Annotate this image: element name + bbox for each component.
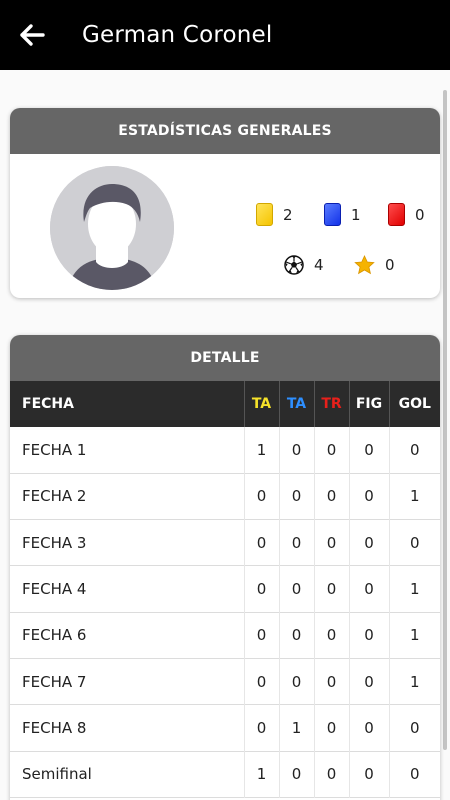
row-value-cell: 0 <box>278 473 314 520</box>
red-card-icon <box>388 203 405 226</box>
row-value-cell: 0 <box>348 565 389 613</box>
row-value-cell: 0 <box>348 519 389 566</box>
detail-card: DETALLE FECHA TA TA TR FIG GOL FECHA 110… <box>10 335 440 800</box>
row-value-cell: 1 <box>388 565 440 613</box>
table-row: Semifinal 1 0 0 0 0 <box>10 751 440 798</box>
row-value-cell: 0 <box>348 704 389 752</box>
page-title: German Coronel <box>82 22 273 48</box>
star-icon <box>354 255 375 275</box>
table-row: FECHA 400001 <box>10 565 440 613</box>
row-value-cell: 0 <box>243 473 279 520</box>
row-fecha-cell: FECHA 6 <box>22 626 87 645</box>
arrow-left-icon <box>20 24 45 46</box>
row-value-cell: 0 <box>313 704 349 752</box>
table-row: FECHA 110000 <box>10 427 440 474</box>
col-gol: GOL <box>388 381 440 427</box>
table-row: FECHA 700001 <box>10 658 440 705</box>
yellow-card-icon <box>256 203 273 226</box>
row-value-cell: 0 <box>348 427 389 474</box>
col-tr-red: TR <box>313 381 349 427</box>
row-value-cell: 0 <box>243 565 279 613</box>
general-stats-title: ESTADÍSTICAS GENERALES <box>10 108 440 154</box>
row-value-cell: 0 <box>278 565 314 613</box>
row-value-cell: 1 <box>388 612 440 659</box>
row-value-cell: 0 <box>278 519 314 566</box>
row-value-cell: 1 <box>278 704 314 752</box>
row-fecha-cell: FECHA 1 <box>22 440 87 459</box>
row-value-cell: 1 <box>243 427 279 474</box>
row-value-cell: 0 <box>243 704 279 752</box>
yellow-cards-stat: 2 <box>256 203 293 226</box>
row-fecha-cell: FECHA 2 <box>22 487 87 506</box>
row-value-cell: 0 <box>388 704 440 752</box>
row-value-cell: 0 <box>388 751 440 798</box>
blue-cards-count: 1 <box>351 205 361 224</box>
row-value-cell: 0 <box>243 658 279 705</box>
row-value-cell: 0 <box>313 612 349 659</box>
detail-table: FECHA TA TA TR FIG GOL FECHA 1 1 0 0 0 0 FECHA… <box>10 381 440 798</box>
col-ta-blue: TA <box>278 381 314 427</box>
stars-count: 0 <box>385 256 395 274</box>
row-value-cell: 0 <box>313 519 349 566</box>
detail-title: DETALLE <box>10 335 440 381</box>
app-bar: German Coronel <box>0 0 450 70</box>
row-value-cell: 0 <box>313 658 349 705</box>
row-fecha-cell: Semifinal <box>22 765 92 784</box>
yellow-cards-count: 2 <box>283 205 293 224</box>
col-fig: FIG <box>348 381 389 427</box>
row-fecha-cell: FECHA 7 <box>22 672 87 691</box>
avatar <box>50 166 174 290</box>
soccer-ball-icon <box>284 255 304 275</box>
table-header-row: FECHA TA TA TR FIG GOL <box>10 381 440 427</box>
row-value-cell: 0 <box>388 427 440 474</box>
table-row: FECHA 801000 <box>10 704 440 752</box>
row-value-cell: 0 <box>278 612 314 659</box>
red-cards-stat: 0 <box>388 203 425 226</box>
goals-count: 4 <box>314 256 324 274</box>
row-value-cell: 0 <box>278 427 314 474</box>
row-value-cell: 1 <box>243 751 279 798</box>
row-value-cell: 0 <box>348 473 389 520</box>
row-value-cell: 0 <box>348 658 389 705</box>
row-value-cell: 1 <box>388 473 440 520</box>
row-value-cell: 0 <box>313 427 349 474</box>
row-value-cell: 0 <box>278 658 314 705</box>
row-value-cell: 0 <box>243 612 279 659</box>
goals-stat: 4 <box>284 255 324 275</box>
blue-cards-stat: 1 <box>324 203 361 226</box>
row-value-cell: 0 <box>348 612 389 659</box>
row-value-cell: 1 <box>388 658 440 705</box>
table-row: FECHA 200001 <box>10 473 440 520</box>
red-cards-count: 0 <box>415 205 425 224</box>
scrollbar[interactable] <box>443 90 447 750</box>
table-row: FECHA 600001 <box>10 612 440 659</box>
row-value-cell: 0 <box>313 473 349 520</box>
row-value-cell: 0 <box>313 751 349 798</box>
row-fecha-cell: FECHA 4 <box>22 580 87 599</box>
blue-card-icon <box>324 203 341 226</box>
row-fecha-cell: FECHA 3 <box>22 533 87 552</box>
row-value-cell: 0 <box>348 751 389 798</box>
row-value-cell: 0 <box>388 519 440 566</box>
row-value-cell: 0 <box>243 519 279 566</box>
back-button[interactable] <box>2 0 62 70</box>
table-row: FECHA 300000 <box>10 519 440 566</box>
row-value-cell: 0 <box>278 751 314 798</box>
row-value-cell: 0 <box>313 565 349 613</box>
general-stats-card: ESTADÍSTICAS GENERALES 2 1 0 4 0 <box>10 108 440 298</box>
col-ta-yellow: TA <box>243 381 279 427</box>
col-fecha: FECHA <box>22 396 74 412</box>
stars-stat: 0 <box>354 255 395 275</box>
row-fecha-cell: FECHA 8 <box>22 718 87 737</box>
avatar-placeholder-icon <box>50 166 174 290</box>
